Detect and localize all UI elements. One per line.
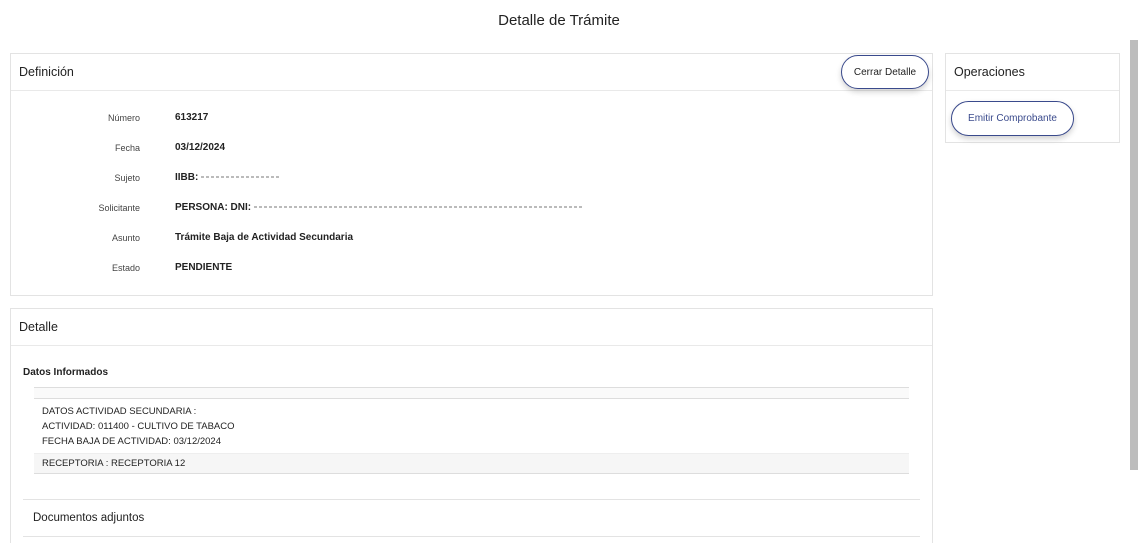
field-value: PERSONA: DNI: bbox=[175, 202, 252, 213]
field-label: Fecha bbox=[114, 143, 140, 153]
field-row-solicitante: Solicitante PERSONA: DNI: bbox=[11, 202, 911, 216]
field-value: 613217 bbox=[175, 112, 209, 123]
detail-title: Detalle bbox=[19, 320, 58, 334]
field-label: Estado bbox=[111, 263, 140, 273]
field-value: PENDIENTE bbox=[175, 262, 233, 273]
field-value: IIBB: bbox=[175, 172, 199, 183]
detail-header: Detalle bbox=[11, 309, 932, 346]
field-label: Número bbox=[107, 113, 140, 123]
table-row: RECEPTORIA : RECEPTORIA 12 bbox=[34, 453, 909, 474]
definition-header: Definición bbox=[11, 54, 932, 91]
field-row-fecha: Fecha 03/12/2024 bbox=[11, 142, 911, 156]
page-scrollbar[interactable] bbox=[1130, 40, 1138, 470]
definition-title: Definición bbox=[19, 65, 74, 79]
operations-title: Operaciones bbox=[954, 65, 1025, 79]
reported-data-table: DATOS ACTIVIDAD SECUNDARIA : ACTIVIDAD: … bbox=[34, 387, 909, 474]
reported-line: FECHA BAJA DE ACTIVIDAD: 03/12/2024 bbox=[42, 436, 221, 447]
redacted-text bbox=[254, 206, 585, 209]
field-label: Asunto bbox=[111, 233, 140, 243]
field-value: 03/12/2024 bbox=[175, 142, 226, 153]
reported-line: DATOS ACTIVIDAD SECUNDARIA : bbox=[42, 406, 197, 417]
receptoria-text: RECEPTORIA : RECEPTORIA 12 bbox=[42, 458, 186, 469]
operations-header: Operaciones bbox=[946, 54, 1119, 91]
emit-receipt-button[interactable]: Emitir Comprobante bbox=[951, 101, 1074, 136]
documents-title: Documentos adjuntos bbox=[33, 512, 145, 524]
detail-card: Detalle Datos Informados DATOS ACTIVIDAD… bbox=[10, 308, 933, 543]
divider bbox=[23, 499, 920, 500]
field-row-sujeto: Sujeto IIBB: bbox=[11, 172, 911, 186]
field-value-wrap: PERSONA: DNI: bbox=[175, 202, 585, 213]
field-value-wrap: IIBB: bbox=[175, 172, 280, 183]
page-title: Detalle de Trámite bbox=[498, 12, 620, 29]
reported-data-title: Datos Informados bbox=[23, 367, 109, 378]
field-row-numero: Número 613217 bbox=[11, 112, 911, 126]
redacted-text bbox=[201, 176, 280, 179]
close-detail-button[interactable]: Cerrar Detalle bbox=[841, 55, 929, 89]
field-label: Sujeto bbox=[114, 173, 140, 183]
field-row-estado: Estado PENDIENTE bbox=[11, 262, 911, 276]
table-row: DATOS ACTIVIDAD SECUNDARIA : ACTIVIDAD: … bbox=[34, 399, 909, 453]
operations-card: Operaciones Emitir Comprobante bbox=[945, 53, 1120, 143]
definition-card: Definición Cerrar Detalle Número 613217 … bbox=[10, 53, 933, 296]
divider bbox=[23, 536, 920, 537]
field-label: Solicitante bbox=[98, 203, 140, 213]
reported-line: ACTIVIDAD: 011400 - CULTIVO DE TABACO bbox=[42, 421, 235, 432]
table-header-row bbox=[34, 387, 909, 399]
field-row-asunto: Asunto Trámite Baja de Actividad Secunda… bbox=[11, 232, 911, 246]
field-value: Trámite Baja de Actividad Secundaria bbox=[175, 232, 354, 243]
